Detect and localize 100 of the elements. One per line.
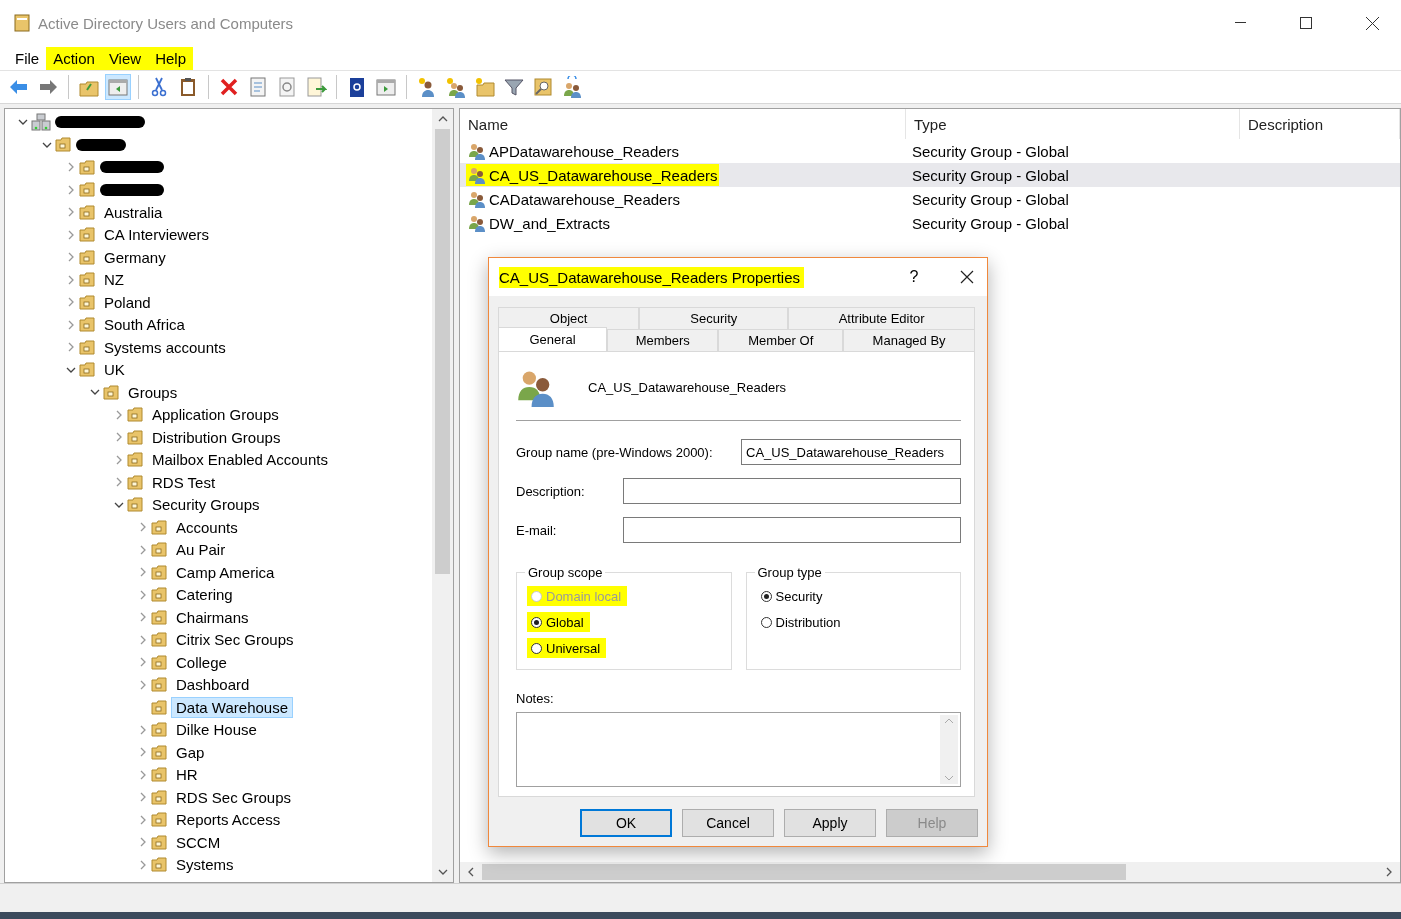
tree-item[interactable]: CA Interviewers <box>99 224 215 246</box>
scroll-down-icon[interactable] <box>437 869 448 875</box>
tree-item[interactable]: HR <box>171 764 203 786</box>
tab[interactable]: Member Of <box>718 329 844 351</box>
tab[interactable]: Managed By <box>843 329 975 351</box>
scroll-up-icon[interactable] <box>437 116 448 122</box>
redaction-mark[interactable] <box>55 116 145 129</box>
chevron-down-icon[interactable] <box>66 366 76 373</box>
chevron-right-icon[interactable] <box>140 612 146 623</box>
radio-button[interactable] <box>531 616 542 628</box>
chevron-right-icon[interactable] <box>140 837 146 848</box>
radio-button[interactable] <box>760 590 772 602</box>
chevron-right-icon[interactable] <box>140 814 146 825</box>
close-icon[interactable] <box>1365 16 1379 30</box>
tree-item[interactable]: Dashboard <box>171 674 255 696</box>
chevron-right-icon[interactable] <box>140 769 146 780</box>
maximize-icon[interactable] <box>1300 17 1312 29</box>
chevron-right-icon[interactable] <box>116 409 122 420</box>
chevron-right-icon[interactable] <box>68 207 74 218</box>
scroll-left-icon[interactable] <box>468 867 474 877</box>
chevron-right-icon[interactable] <box>68 342 74 353</box>
column-header[interactable]: Name <box>460 109 906 139</box>
chevron-right-icon[interactable] <box>140 589 146 600</box>
tree-item[interactable]: Australia <box>99 201 168 223</box>
tree-item[interactable]: Camp America <box>171 561 280 583</box>
chevron-right-icon[interactable] <box>140 859 146 870</box>
column-header[interactable]: Type <box>906 109 1240 139</box>
minimize-icon[interactable] <box>1234 22 1246 24</box>
tree-item[interactable]: Reports Access <box>171 809 286 831</box>
list-row[interactable]: DW_and_Extracts Security Group - Global <box>460 211 1400 235</box>
tree-item[interactable]: Security Groups <box>147 494 265 516</box>
chevron-right-icon[interactable] <box>68 252 74 263</box>
column-header[interactable]: Description <box>1240 109 1400 139</box>
tree-item[interactable]: Catering <box>171 584 238 606</box>
chevron-right-icon[interactable] <box>140 679 146 690</box>
chevron-right-icon[interactable] <box>68 162 74 173</box>
chevron-right-icon[interactable] <box>116 432 122 443</box>
radio-option[interactable]: Distribution <box>756 612 847 632</box>
notes-box[interactable] <box>516 712 961 787</box>
chevron-right-icon[interactable] <box>116 477 122 488</box>
menu-item[interactable]: Help <box>148 46 193 70</box>
dialog-button[interactable]: Cancel <box>682 809 774 837</box>
chevron-right-icon[interactable] <box>68 229 74 240</box>
chevron-right-icon[interactable] <box>140 544 146 555</box>
tree-item[interactable]: Dilke House <box>171 719 262 741</box>
tree-item[interactable]: Accounts <box>171 516 243 538</box>
tab[interactable]: General <box>498 327 608 351</box>
chevron-right-icon[interactable] <box>140 724 146 735</box>
input-field[interactable]: CA_US_Datawarehouse_Readers <box>741 439 961 465</box>
redaction-mark[interactable] <box>76 138 126 151</box>
chevron-down-icon[interactable] <box>42 141 52 148</box>
tree-item[interactable]: Systems accounts <box>99 336 231 358</box>
radio-option[interactable]: Security <box>756 586 829 606</box>
tree-item[interactable]: Distribution Groups <box>147 426 286 448</box>
tab[interactable]: Members <box>607 329 719 351</box>
tree-item[interactable]: NZ <box>99 269 129 291</box>
chevron-down-icon[interactable] <box>90 389 100 396</box>
radio-button[interactable] <box>760 616 772 628</box>
tree-item[interactable]: Gap <box>171 741 210 763</box>
input-field[interactable] <box>623 478 961 504</box>
list-row[interactable]: APDatawarehouse_Readers Security Group - Global <box>460 139 1400 163</box>
chevron-right-icon[interactable] <box>140 792 146 803</box>
chevron-right-icon[interactable] <box>68 297 74 308</box>
tree-item[interactable]: Mailbox Enabled Accounts <box>147 449 333 471</box>
tree-item[interactable]: SCCM <box>171 831 226 853</box>
tab[interactable]: Attribute Editor <box>788 307 975 329</box>
tree-item[interactable]: RDS Sec Groups <box>171 786 297 808</box>
chevron-down-icon[interactable] <box>18 119 28 126</box>
tree-item[interactable]: UK <box>99 359 130 381</box>
vertical-scrollbar[interactable] <box>432 109 453 882</box>
tree-item[interactable]: Citrix Sec Groups <box>171 629 299 651</box>
redaction-mark[interactable] <box>100 161 164 174</box>
help-button[interactable]: ? <box>899 268 929 286</box>
chevron-right-icon[interactable] <box>140 522 146 533</box>
tree-item[interactable]: College <box>171 651 232 673</box>
menu-item[interactable]: View <box>101 46 149 70</box>
close-icon[interactable] <box>960 270 974 284</box>
tree-item[interactable]: South Africa <box>99 314 190 336</box>
chevron-right-icon[interactable] <box>68 274 74 285</box>
scroll-right-icon[interactable] <box>1386 867 1392 877</box>
list-row[interactable]: CADatawarehouse_Readers Security Group - Global <box>460 187 1400 211</box>
tree-item[interactable]: RDS Test <box>147 471 221 493</box>
dialog-button[interactable]: OK <box>580 809 672 837</box>
tab[interactable]: Object <box>498 307 640 329</box>
tab[interactable]: Security <box>639 307 789 329</box>
redaction-mark[interactable] <box>100 183 164 196</box>
tree-item[interactable]: Systems <box>171 854 239 876</box>
show-tree-icon[interactable] <box>105 74 131 100</box>
list-row[interactable]: CA_US_Datawarehouse_Readers Security Group - Global <box>460 163 1400 187</box>
chevron-right-icon[interactable] <box>140 747 146 758</box>
radio-option[interactable]: Universal <box>527 638 607 658</box>
tree-item[interactable]: Data Warehouse <box>171 696 293 718</box>
tree-item[interactable]: Chairmans <box>171 606 254 628</box>
dialog-button[interactable]: Apply <box>784 809 876 837</box>
radio-button[interactable] <box>531 642 542 654</box>
tree-item[interactable]: Groups <box>123 381 183 403</box>
menu-item[interactable]: File <box>8 46 47 70</box>
chevron-right-icon[interactable] <box>140 657 146 668</box>
radio-option[interactable]: Global <box>527 612 590 632</box>
tree-item[interactable]: Application Groups <box>147 404 284 426</box>
